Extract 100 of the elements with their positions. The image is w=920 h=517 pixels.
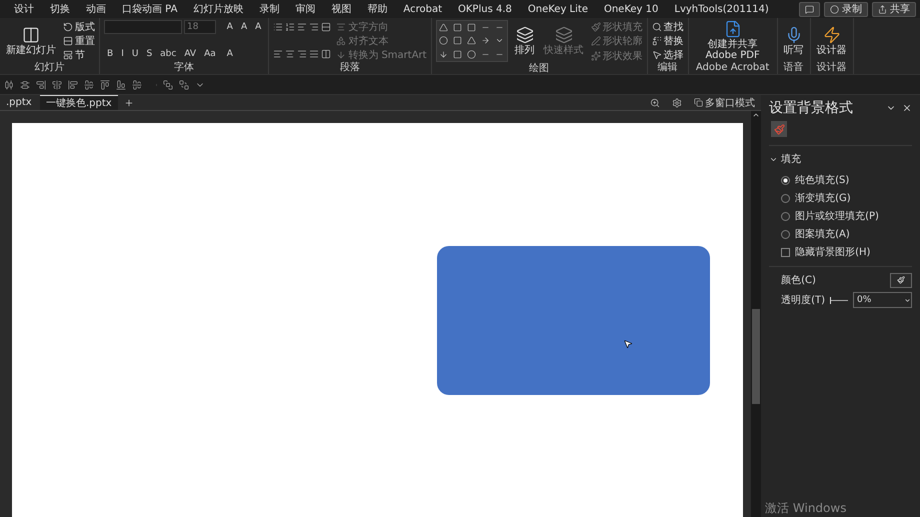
group-label: 绘图 (528, 63, 550, 75)
share-icon (878, 4, 887, 14)
close-icon[interactable] (902, 103, 912, 113)
paragraph-icon[interactable] (309, 22, 320, 32)
format-button[interactable]: I (118, 48, 127, 60)
menu-tab[interactable]: 帮助 (359, 2, 396, 16)
color-picker[interactable] (890, 272, 912, 288)
ribbon-button[interactable]: 版式 (63, 20, 95, 33)
ribbon-button[interactable]: 排列 (512, 26, 537, 56)
comment-icon (805, 4, 814, 14)
format-button[interactable]: Aa (201, 48, 219, 60)
multi-window-button[interactable]: 多窗口模式 (688, 95, 762, 110)
menu-tab[interactable]: 口袋动画 PA (114, 2, 186, 16)
scrollbar-thumb[interactable] (752, 309, 760, 404)
format-button[interactable]: A (252, 20, 264, 34)
plus-icon (124, 98, 134, 108)
ribbon-icon (554, 26, 573, 44)
ribbon-button[interactable]: 重置 (63, 34, 95, 47)
hide-graphics-checkbox[interactable]: 隐藏背景图形(H) (769, 244, 912, 260)
menu-tab[interactable]: 视图 (323, 2, 360, 16)
ribbon-button[interactable]: 设计器 (814, 26, 849, 56)
menu-tab[interactable]: 录制 (251, 2, 288, 16)
format-button[interactable]: A (238, 20, 250, 34)
format-button[interactable]: A (224, 20, 236, 34)
format-button[interactable]: B (104, 48, 116, 60)
cursor-icon (623, 339, 633, 349)
transparency-field[interactable]: 0% (853, 292, 912, 308)
color-label: 颜色(C) (781, 274, 817, 287)
menu-tab[interactable]: 审阅 (287, 2, 324, 16)
ribbon-icon (22, 26, 40, 44)
format-button[interactable]: A (224, 48, 236, 60)
ribbon-icon (336, 22, 346, 32)
scroll-up-icon[interactable] (752, 111, 760, 119)
document-tab[interactable]: 一键换色.pptx (40, 95, 118, 110)
align-icon[interactable] (309, 49, 320, 59)
menu-tab[interactable]: OneKey Lite (520, 4, 596, 14)
record-icon (830, 4, 839, 14)
format-button[interactable]: abc (157, 48, 180, 60)
ribbon-icon (63, 50, 73, 60)
align-icon[interactable] (273, 49, 284, 59)
ribbon-icon (516, 26, 534, 44)
ribbon-button[interactable]: 新建幻灯片 (4, 26, 58, 56)
ribbon-icon (63, 22, 73, 32)
fill-option[interactable]: 渐变填充(G) (769, 190, 912, 206)
group-label: 段落 (338, 62, 361, 74)
ribbon-icon (590, 50, 601, 60)
fill-tab[interactable] (771, 121, 788, 137)
format-button[interactable]: S (143, 48, 156, 60)
shape-icon[interactable] (439, 50, 448, 59)
ribbon-button[interactable]: 创建并共享 Adobe PDF (692, 20, 773, 61)
font-size-field[interactable]: 18 (184, 20, 216, 34)
align-icon[interactable] (285, 49, 296, 59)
format-button[interactable]: AV (181, 48, 200, 60)
menu-tab[interactable]: OKPlus 4.8 (450, 4, 520, 14)
ribbon-icon (652, 22, 662, 32)
align-icon[interactable] (321, 49, 332, 59)
ribbon-button[interactable]: 节 (63, 48, 95, 61)
ribbon-button[interactable]: 听写 (782, 26, 806, 56)
format-button[interactable]: U (128, 48, 142, 60)
ribbon-button[interactable]: 选择 (652, 48, 684, 61)
shape-icon[interactable] (481, 36, 490, 46)
ribbon-icon (724, 20, 742, 38)
comments-button[interactable] (799, 2, 820, 16)
pane-title: 设置背景格式 (769, 99, 854, 117)
record-button[interactable]: 录制 (824, 2, 868, 16)
fill-option[interactable]: 图案填充(A) (769, 226, 912, 242)
ribbon-icon (336, 50, 346, 60)
group-label: 字体 (173, 62, 196, 74)
menu-tab[interactable]: 切换 (42, 2, 78, 16)
ribbon-icon (652, 50, 662, 60)
fill-option[interactable]: 图片或纹理填充(P) (769, 208, 912, 224)
ribbon-icon (822, 26, 841, 44)
zoom-icon (650, 98, 660, 108)
ribbon-button[interactable]: 查找 (652, 20, 684, 33)
ribbon-button[interactable]: 替换 (652, 34, 684, 47)
paragraph-icon[interactable] (297, 22, 308, 32)
menu-tab[interactable]: LvyhTools(201114) (666, 4, 777, 14)
align-icon[interactable] (297, 49, 308, 59)
font-field[interactable] (104, 20, 182, 34)
group-label: 设计器 (816, 62, 848, 74)
share-button[interactable]: 共享 (872, 2, 916, 16)
transparency-label: 透明度(T) (781, 294, 825, 307)
menu-tab[interactable]: 动画 (78, 2, 114, 16)
paragraph-icon[interactable] (321, 22, 332, 32)
section-header[interactable]: 填充 (769, 145, 912, 170)
group-label: 语音 (782, 62, 805, 74)
menu-tab[interactable]: 幻灯片放映 (185, 2, 252, 16)
fill-option[interactable]: 纯色填充(S) (769, 172, 912, 188)
activation-notice: 激活 Windows (765, 500, 846, 517)
windows-icon (694, 98, 704, 107)
group-label: Adobe Acrobat (694, 62, 770, 74)
menu-tab[interactable]: OneKey 10 (596, 4, 666, 14)
spinner-icon[interactable] (904, 296, 911, 304)
ribbon-icon (590, 36, 601, 46)
menu-tab[interactable]: Acrobat (395, 4, 450, 14)
group-label: 幻灯片 (34, 62, 66, 74)
paragraph-icon[interactable] (273, 22, 284, 32)
menu-tab[interactable]: 设计 (6, 2, 42, 16)
paragraph-icon[interactable] (285, 22, 296, 32)
ribbon-icon (590, 22, 601, 32)
